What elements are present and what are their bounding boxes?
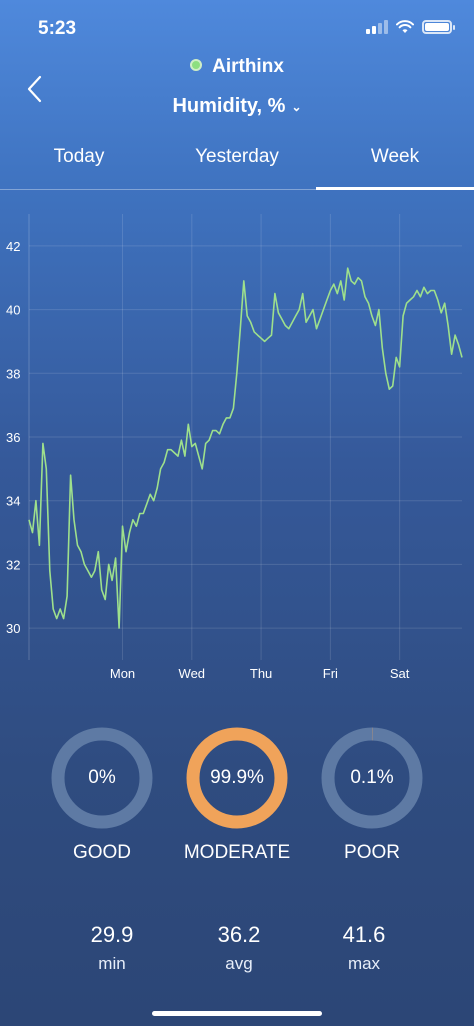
humidity-series-line: [28, 267, 463, 629]
x-tick-label: Thu: [250, 666, 272, 681]
gauge-poor: 0.1% POOR: [312, 726, 432, 864]
x-tick-label: Fri: [323, 666, 338, 681]
gauge-percent: 99.9%: [210, 767, 264, 788]
stat-value: 36.2: [217, 922, 261, 947]
home-indicator: [152, 1011, 322, 1016]
x-tick-label: Sat: [390, 666, 410, 681]
tab-yesterday[interactable]: Yesterday: [158, 140, 316, 189]
battery-icon: [422, 20, 455, 34]
stat-value: 41.6: [342, 922, 386, 947]
x-tick-label: Wed: [179, 666, 206, 681]
stat-label: min: [98, 954, 126, 973]
status-bar: 5:23: [0, 0, 474, 58]
humidity-chart: 30 32 34 36 38 40 42 Mon Wed Thu Fri Sat: [6, 214, 463, 681]
y-tick-label: 42: [6, 239, 20, 254]
device-status-dot: [190, 59, 203, 72]
gauge-percent: 0.1%: [350, 767, 394, 788]
stat-value: 29.9: [90, 922, 134, 947]
gauge-label: GOOD: [72, 842, 132, 863]
y-tick-label: 36: [6, 430, 20, 445]
device-name: Airthinx: [212, 56, 284, 77]
chevron-down-icon: ⌄: [291, 99, 302, 114]
gauge-good: 0% GOOD: [42, 726, 162, 864]
device-title: Airthinx: [0, 56, 474, 78]
status-icons: [366, 20, 455, 34]
y-tick-label: 34: [6, 494, 20, 509]
y-tick-label: 38: [6, 366, 20, 381]
gauge-moderate: 99.9% MODERATE: [177, 726, 297, 864]
metric-label: Humidity, %: [172, 95, 286, 117]
stat-label: max: [347, 954, 381, 973]
quality-gauges: 0% GOOD 99.9% MODERATE 0.1% POOR: [0, 726, 474, 876]
stat-min: 29.9 min: [62, 922, 162, 974]
x-tick-label: Mon: [110, 666, 135, 681]
gauge-percent: 0%: [88, 767, 116, 788]
y-tick-label: 32: [6, 557, 20, 572]
tab-today[interactable]: Today: [0, 140, 158, 189]
tab-week[interactable]: Week: [316, 140, 474, 190]
period-tabs: Today Yesterday Week: [0, 140, 474, 190]
summary-stats: 29.9 min 36.2 avg 41.6 max: [0, 922, 474, 982]
gauge-ring: 0.1%: [320, 726, 424, 830]
gauge-ring: 0%: [50, 726, 154, 830]
cellular-signal-icon: [366, 20, 388, 34]
stat-avg: 36.2 avg: [189, 922, 289, 974]
stat-label: avg: [225, 954, 253, 973]
gauge-label: MODERATE: [183, 842, 291, 863]
metric-selector[interactable]: Humidity, % ⌄: [0, 95, 474, 118]
stat-max: 41.6 max: [314, 922, 414, 974]
y-tick-label: 40: [6, 303, 20, 318]
wifi-icon: [396, 20, 414, 33]
gauge-ring: 99.9%: [185, 726, 289, 830]
gauge-label: POOR: [344, 842, 400, 863]
status-time: 5:23: [38, 18, 77, 39]
y-tick-label: 30: [6, 621, 20, 636]
